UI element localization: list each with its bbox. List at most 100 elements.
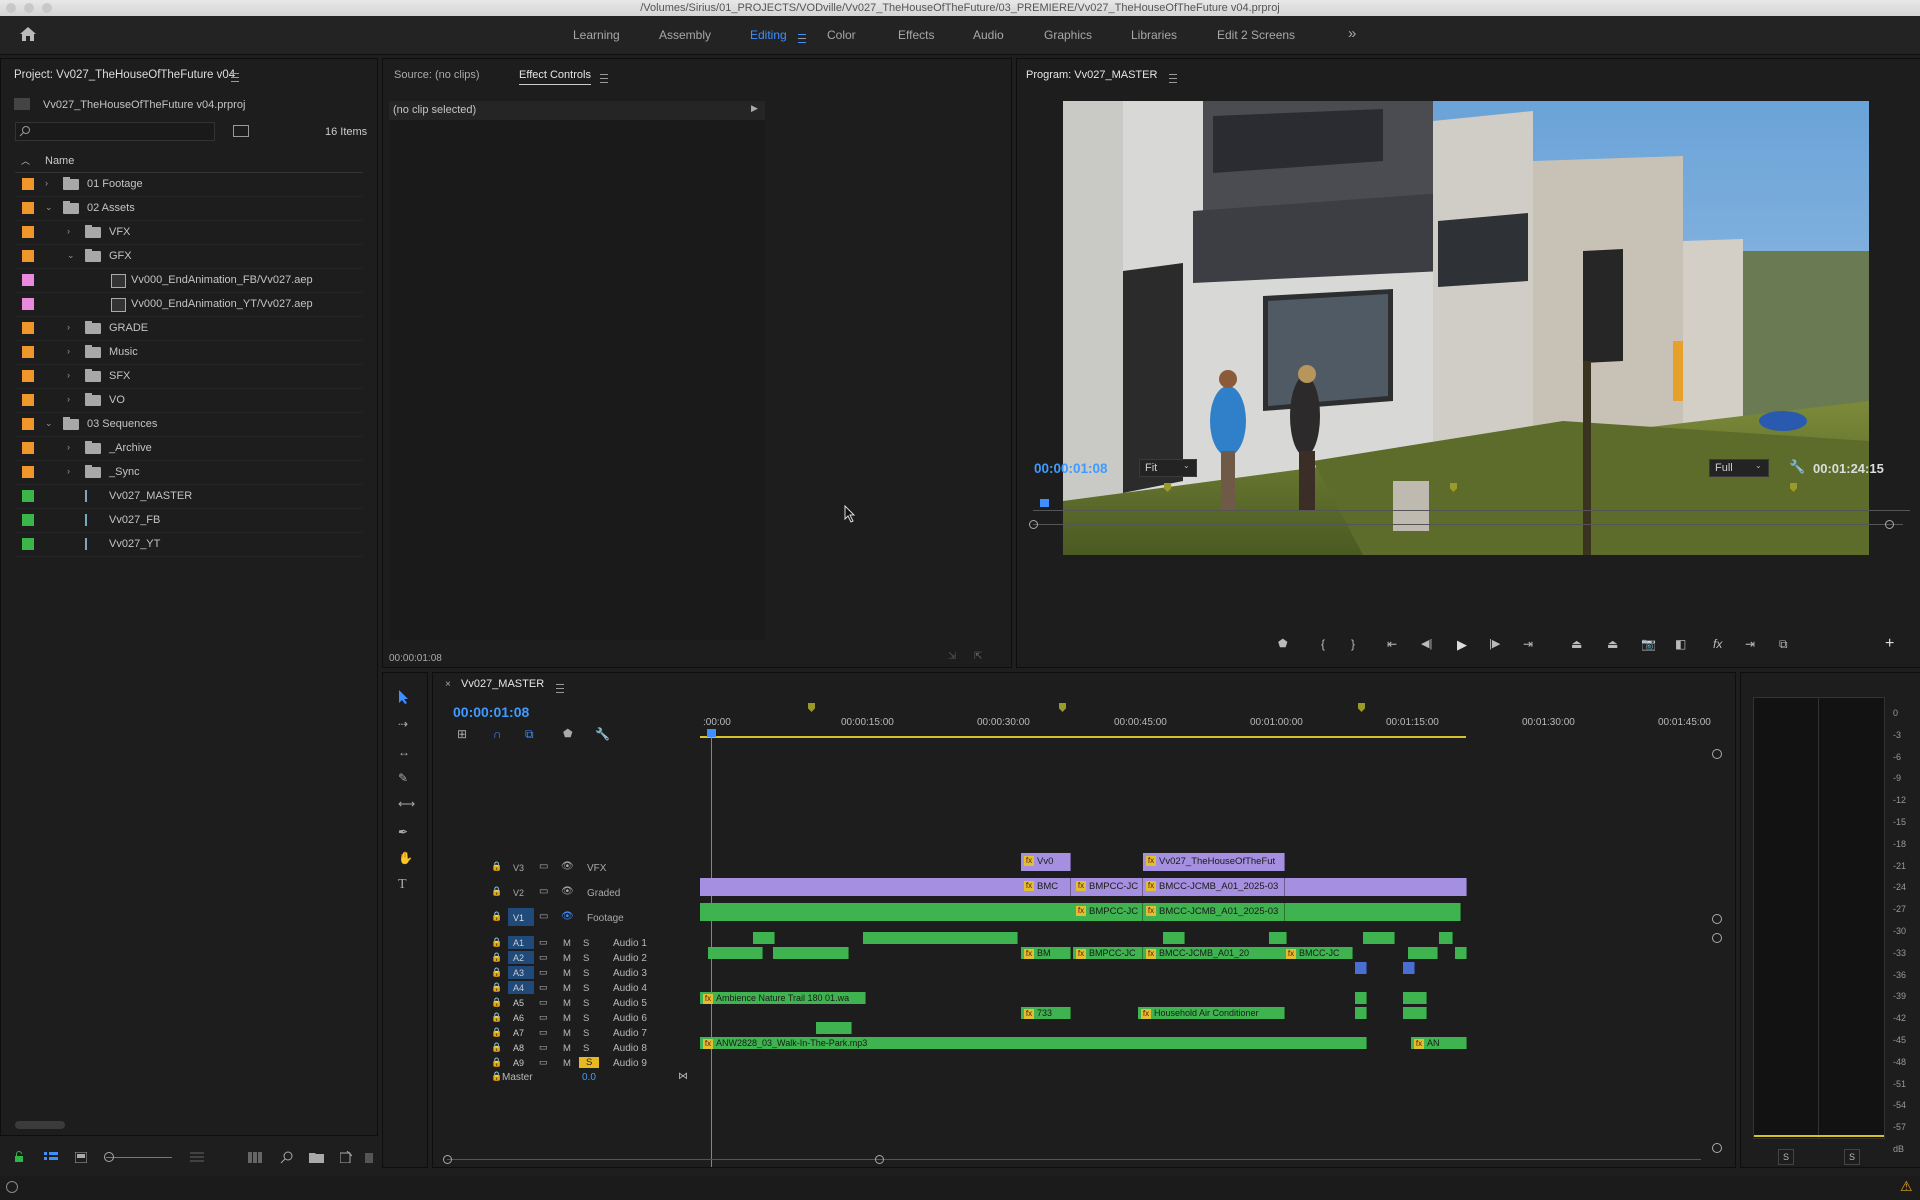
track-id[interactable]: A3 bbox=[513, 968, 524, 978]
wrench-icon[interactable]: 🔧 bbox=[1789, 459, 1805, 475]
sync-lock-icon[interactable]: ▭ bbox=[539, 1042, 548, 1053]
clip-a2-d[interactable]: fx BMCC-JC bbox=[1283, 947, 1353, 959]
export-frame-icon[interactable]: 📷 bbox=[1641, 637, 1656, 651]
program-playhead[interactable] bbox=[1040, 499, 1049, 507]
audio-clip[interactable] bbox=[773, 947, 823, 959]
clip-v2-b[interactable]: fx BMPCC-JC bbox=[1073, 878, 1143, 896]
mute-button[interactable]: M bbox=[563, 983, 571, 994]
clip-a2-a[interactable]: fx BM bbox=[1021, 947, 1071, 959]
project-item-row[interactable]: › _Archive bbox=[15, 437, 363, 461]
label-color-swatch[interactable] bbox=[22, 346, 34, 358]
video-scroll-handle-bottom[interactable] bbox=[1712, 914, 1722, 924]
label-color-swatch[interactable] bbox=[22, 466, 34, 478]
play-only-audio-toggle-icon[interactable]: ▶ bbox=[751, 103, 758, 114]
solo-button[interactable]: S bbox=[583, 1043, 589, 1054]
track-id[interactable]: A8 bbox=[513, 1043, 524, 1053]
label-color-swatch[interactable] bbox=[22, 370, 34, 382]
mute-button[interactable]: M bbox=[563, 1013, 571, 1024]
mute-button[interactable]: M bbox=[563, 1043, 571, 1054]
label-color-swatch[interactable] bbox=[22, 322, 34, 334]
tab-source[interactable]: Source: (no clips) bbox=[394, 69, 480, 81]
clip-v2-c[interactable]: fx BMCC-JCMB_A01_2025-03 bbox=[1143, 878, 1285, 896]
workspace-tab-assembly[interactable]: Assembly bbox=[659, 28, 711, 42]
chevron-right-icon[interactable]: › bbox=[67, 226, 70, 236]
go-to-out-icon[interactable]: ⇥ bbox=[1523, 637, 1533, 651]
marker[interactable] bbox=[1450, 483, 1457, 492]
clear-icon[interactable] bbox=[364, 1151, 374, 1163]
project-item-row[interactable]: › Music bbox=[15, 341, 363, 365]
workspace-tab-graphics[interactable]: Graphics bbox=[1044, 28, 1092, 42]
minimize-window-button[interactable] bbox=[24, 3, 34, 13]
chevron-down-icon[interactable]: ⌄ bbox=[45, 418, 53, 429]
zoom-window-button[interactable] bbox=[42, 3, 52, 13]
hand-tool-icon[interactable]: ✋ bbox=[398, 851, 413, 865]
fx-toggle-icon[interactable]: fx bbox=[1713, 637, 1722, 651]
column-header-name[interactable]: Name bbox=[45, 155, 74, 167]
track-id[interactable]: A2 bbox=[513, 953, 524, 963]
list-view-icon[interactable] bbox=[44, 1152, 58, 1163]
label-color-swatch[interactable] bbox=[22, 514, 34, 526]
program-mini-ruler[interactable] bbox=[1033, 483, 1910, 513]
project-item-row[interactable]: › VO bbox=[15, 389, 363, 413]
program-monitor-menu-icon[interactable] bbox=[1169, 73, 1177, 83]
workspace-tab-editing[interactable]: Editing bbox=[750, 28, 787, 42]
clip-a6-a[interactable]: fx 733 bbox=[1021, 1007, 1071, 1019]
clip-a8-b[interactable]: fx AN bbox=[1411, 1037, 1467, 1049]
comparison-view-icon[interactable]: ◧ bbox=[1675, 637, 1686, 651]
track-id[interactable]: A6 bbox=[513, 1013, 524, 1023]
mark-out-icon[interactable]: } bbox=[1351, 637, 1355, 651]
audio-clip[interactable] bbox=[1355, 992, 1367, 1004]
project-item-row[interactable]: › GRADE bbox=[15, 317, 363, 341]
label-color-swatch[interactable] bbox=[22, 274, 34, 286]
mark-in-icon[interactable]: { bbox=[1321, 637, 1325, 651]
audio-clip[interactable] bbox=[1403, 1007, 1427, 1019]
program-playhead-timecode[interactable]: 00:00:01:08 bbox=[1034, 461, 1108, 476]
workspace-tab-learning[interactable]: Learning bbox=[573, 28, 620, 42]
audio-clip[interactable] bbox=[1408, 947, 1438, 959]
sync-lock-icon[interactable]: ▭ bbox=[539, 982, 548, 993]
lock-icon[interactable]: 🔒 bbox=[491, 952, 502, 963]
label-color-swatch[interactable] bbox=[22, 226, 34, 238]
chevron-right-icon[interactable]: › bbox=[45, 178, 48, 188]
more-workspaces-button[interactable]: » bbox=[1348, 25, 1356, 42]
marker[interactable] bbox=[1164, 483, 1171, 492]
label-color-swatch[interactable] bbox=[22, 418, 34, 430]
clip-a6-b[interactable]: fx Household Air Conditioner bbox=[1138, 1007, 1285, 1019]
audio-clip[interactable] bbox=[819, 947, 849, 959]
label-color-swatch[interactable] bbox=[22, 490, 34, 502]
chevron-down-icon[interactable]: ⌄ bbox=[67, 250, 75, 261]
video-scroll-handle-top[interactable] bbox=[1712, 749, 1722, 759]
chevron-right-icon[interactable]: › bbox=[67, 442, 70, 452]
clip-v3-vfx-long[interactable]: fx Vv027_TheHouseOfTheFut bbox=[1143, 853, 1285, 871]
proxy-toggle-icon[interactable]: ⧉ bbox=[1779, 637, 1788, 652]
play-icon[interactable]: ▶ bbox=[1457, 637, 1467, 653]
new-item-icon[interactable] bbox=[340, 1151, 352, 1163]
lock-icon[interactable]: 🔒 bbox=[491, 937, 502, 948]
program-zoom-scrollbar[interactable] bbox=[1033, 524, 1903, 525]
slip-tool-icon[interactable]: ⟷ bbox=[398, 797, 415, 811]
audio-clip[interactable] bbox=[753, 932, 775, 944]
settings-icon[interactable]: ⇱ bbox=[974, 651, 982, 662]
lock-icon[interactable]: 🔒 bbox=[491, 1042, 502, 1053]
lock-icon[interactable]: 🔒 bbox=[491, 997, 502, 1008]
selection-tool-icon[interactable] bbox=[397, 689, 411, 705]
workspace-tab-effects[interactable]: Effects bbox=[898, 28, 934, 42]
mute-button[interactable]: M bbox=[563, 1028, 571, 1039]
ripple-edit-tool-icon[interactable]: ↔ bbox=[398, 745, 410, 759]
mute-button[interactable]: M bbox=[563, 998, 571, 1009]
project-item-row[interactable]: › VFX bbox=[15, 221, 363, 245]
solo-button[interactable]: S bbox=[583, 998, 589, 1009]
sort-icons-icon[interactable] bbox=[190, 1152, 204, 1162]
go-to-in-icon[interactable]: ⇤ bbox=[1387, 637, 1397, 651]
solo-button[interactable]: S bbox=[583, 953, 589, 964]
chevron-right-icon[interactable]: › bbox=[67, 466, 70, 476]
new-bin-icon[interactable] bbox=[309, 1151, 324, 1163]
chevron-right-icon[interactable]: › bbox=[67, 394, 70, 404]
project-item-row[interactable]: › 01 Footage bbox=[15, 173, 363, 197]
lift-icon[interactable]: ⏏ bbox=[1571, 637, 1582, 651]
mute-button[interactable]: M bbox=[563, 938, 571, 949]
project-item-row[interactable]: › SFX bbox=[15, 365, 363, 389]
audio-clip[interactable] bbox=[1455, 947, 1467, 959]
marker[interactable] bbox=[1790, 483, 1797, 492]
add-marker-icon[interactable]: ⬟ bbox=[1278, 637, 1288, 650]
